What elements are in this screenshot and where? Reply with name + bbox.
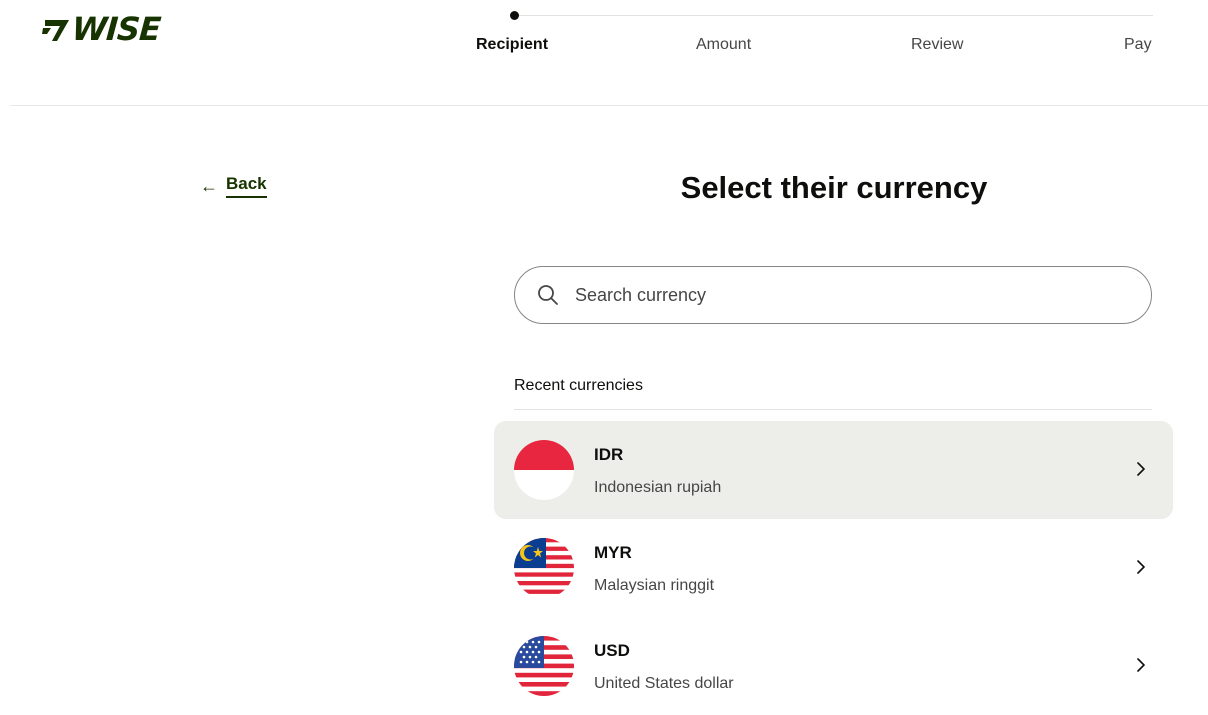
stepper-track (514, 15, 1153, 16)
progress-stepper: Recipient Amount Review Pay (470, 10, 1170, 60)
back-link[interactable]: ← Back (200, 174, 267, 198)
currency-name: Malaysian ringgit (594, 577, 715, 594)
step-pay: Pay (1124, 36, 1152, 53)
header-divider (10, 105, 1208, 106)
currency-list: IDR Indonesian rupiah MYR Malaysian ring… (494, 421, 1173, 715)
search-icon (538, 285, 558, 305)
stepper-current-dot (510, 11, 519, 20)
usa-flag-icon (514, 636, 574, 696)
chevron-right-icon (1137, 658, 1145, 672)
currency-option-usd[interactable]: USD United States dollar (494, 617, 1173, 715)
currency-code: IDR (594, 445, 624, 464)
wise-flag-icon (42, 16, 70, 42)
wise-wordmark: WISE (70, 10, 162, 48)
step-recipient: Recipient (476, 36, 549, 53)
currency-code: USD (594, 641, 630, 660)
currency-option-idr[interactable]: IDR Indonesian rupiah (494, 421, 1173, 519)
step-amount: Amount (696, 36, 752, 53)
step-review: Review (911, 36, 964, 53)
currency-name: Indonesian rupiah (594, 479, 722, 496)
currency-code: MYR (594, 543, 632, 562)
currency-search[interactable] (514, 266, 1152, 324)
page-title: Select their currency (680, 170, 988, 205)
chevron-right-icon (1137, 462, 1145, 476)
recent-currencies-label: Recent currencies (514, 377, 643, 394)
back-link-label: Back (226, 174, 267, 198)
indonesia-flag-icon (514, 440, 574, 500)
chevron-right-icon (1137, 560, 1145, 574)
section-divider (514, 409, 1152, 410)
search-input[interactable] (573, 283, 1117, 307)
malaysia-flag-icon (514, 538, 574, 598)
currency-option-myr[interactable]: MYR Malaysian ringgit (494, 519, 1173, 617)
arrow-left-icon: ← (200, 176, 218, 196)
wise-logo[interactable]: WISE (42, 10, 162, 48)
currency-name: United States dollar (594, 675, 734, 692)
